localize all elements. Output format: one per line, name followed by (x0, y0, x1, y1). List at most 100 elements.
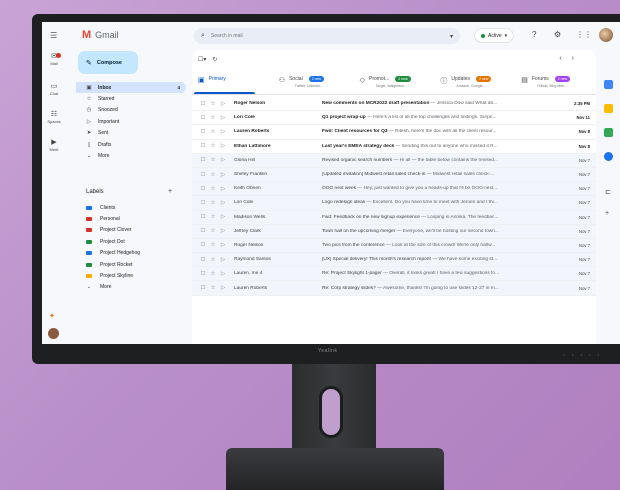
add-addon-icon[interactable]: + (605, 210, 609, 217)
row-checkbox[interactable]: ☐ (198, 285, 208, 291)
next-page-icon[interactable]: › (572, 55, 584, 62)
row-checkbox[interactable]: ☐ (198, 101, 208, 107)
help-icon[interactable]: ? (532, 30, 536, 39)
row-checkbox[interactable]: ☐ (198, 242, 208, 248)
important-icon[interactable]: ▷ (218, 242, 228, 248)
label-item[interactable]: Project Hedgehog (76, 248, 186, 259)
row-checkbox[interactable]: ☐ (198, 129, 208, 135)
important-icon[interactable]: ▷ (218, 157, 228, 163)
tasks-icon[interactable] (604, 128, 613, 137)
star-icon[interactable]: ☆ (208, 143, 218, 149)
row-checkbox[interactable]: ☐ (198, 143, 208, 149)
star-icon[interactable]: ☆ (208, 214, 218, 220)
monitor-buttons[interactable]: • • • • • (564, 352, 602, 357)
row-checkbox[interactable]: ☐ (198, 186, 208, 192)
account-avatar[interactable] (598, 27, 614, 43)
email-row[interactable]: ☐ ☆ ▷ Roger Nelson New comments on MCR2022 d… (192, 97, 596, 112)
status-selector[interactable]: Active ▾ (475, 29, 514, 42)
star-icon[interactable]: ☆ (208, 172, 218, 178)
nav-item-more[interactable]: ⌄ More (76, 150, 186, 161)
star-icon[interactable]: ☆ (208, 200, 218, 206)
important-icon[interactable]: ▷ (218, 129, 228, 135)
calendar-icon[interactable] (604, 80, 613, 89)
email-row[interactable]: ☐ ☆ ▷ Lori Cole Q1 project wrap-up — Here's … (192, 111, 596, 126)
nav-item-sent[interactable]: ➤ Sent (76, 128, 186, 139)
labels-more[interactable]: ⌄ More (76, 282, 186, 293)
nav-item-inbox[interactable]: ▣ Inbox 4 (76, 82, 186, 94)
refresh-icon[interactable]: ↻ (212, 56, 217, 63)
rail-mail[interactable]: ✉ Mail (42, 52, 66, 66)
rail-avatar[interactable] (48, 328, 59, 339)
email-row[interactable]: ☐ ☆ ▷ Keith Obrien OOO next week — Hey, just… (192, 182, 596, 197)
star-icon[interactable]: ☆ (208, 242, 218, 248)
main-menu-icon[interactable]: ☰ (50, 31, 57, 40)
email-row[interactable]: ☐ ☆ ▷ Lauren, me 4 Re: Project Skylight 1-pa… (192, 267, 596, 282)
email-row[interactable]: ☐ ☆ ▷ Roger Nelson Two pics from the confere… (192, 238, 596, 254)
rail-meet[interactable]: ▶ Meet (42, 138, 66, 152)
row-checkbox[interactable]: ☐ (198, 200, 208, 206)
star-icon[interactable]: ☆ (208, 228, 218, 234)
label-item[interactable]: Project Rocket (76, 259, 186, 270)
row-checkbox[interactable]: ☐ (198, 115, 208, 121)
row-checkbox[interactable]: ☐ (198, 257, 208, 263)
important-icon[interactable]: ▷ (218, 285, 228, 291)
email-row[interactable]: ☐ ☆ ▷ Lauren Roberts Fwd: Client resources f… (192, 125, 596, 140)
select-all-checkbox[interactable]: ☐▾ (198, 56, 206, 63)
tab-updates[interactable]: ⓘ Updates 2 new Amazon, Google... (434, 68, 515, 94)
row-checkbox[interactable]: ☐ (198, 214, 208, 220)
add-label-icon[interactable]: + (168, 188, 172, 195)
important-icon[interactable]: ▷ (218, 186, 228, 192)
row-checkbox[interactable]: ☐ (198, 271, 208, 277)
compose-button[interactable]: ✎ Compose (78, 51, 138, 74)
email-row[interactable]: ☐ ☆ ▷ Ethan Lattimore Last year's EMEA strat… (192, 140, 596, 154)
important-icon[interactable]: ▷ (218, 172, 228, 178)
email-row[interactable]: ☐ ☆ ▷ Shirley Franklin [Updated invitation] … (192, 167, 596, 183)
important-icon[interactable]: ▷ (218, 101, 228, 107)
star-icon[interactable]: ☆ (208, 257, 218, 263)
search-bar[interactable]: ⌕ ▾ (194, 28, 460, 44)
label-item[interactable]: Project Clover (76, 225, 186, 236)
email-row[interactable]: ☐ ☆ ▷ Lori Cole Logo redesign ideas — Excell… (192, 196, 596, 211)
star-icon[interactable]: ☆ (208, 101, 218, 107)
label-item[interactable]: Clients (76, 202, 186, 213)
important-icon[interactable]: ▷ (218, 257, 228, 263)
important-icon[interactable]: ▷ (218, 200, 228, 206)
row-checkbox[interactable]: ☐ (198, 157, 208, 163)
star-icon[interactable]: ☆ (208, 115, 218, 121)
prev-page-icon[interactable]: ‹ (559, 55, 571, 62)
nav-item-snoozed[interactable]: ◷ Snoozed (76, 105, 186, 116)
important-icon[interactable]: ▷ (218, 115, 228, 121)
rail-chat[interactable]: ▭ Chat (42, 82, 66, 96)
addon-icon[interactable]: ✦ (49, 312, 55, 320)
important-icon[interactable]: ▷ (218, 271, 228, 277)
search-icon[interactable]: ⌕ (201, 32, 205, 40)
row-checkbox[interactable]: ☐ (198, 172, 208, 178)
star-icon[interactable]: ☆ (208, 129, 218, 135)
tab-promotions[interactable]: ◇ Promot... 2 new Target, Walgreens... (354, 68, 435, 94)
nav-item-important[interactable]: ▷ Important (76, 116, 186, 127)
email-row[interactable]: ☐ ☆ ▷ Gloria Hill Revised organic search num… (192, 153, 596, 168)
important-icon[interactable]: ▷ (218, 228, 228, 234)
row-checkbox[interactable]: ☐ (198, 228, 208, 234)
gear-icon[interactable]: ⚙ (554, 30, 561, 39)
star-icon[interactable]: ☆ (208, 285, 218, 291)
contacts-icon[interactable] (604, 152, 613, 161)
star-icon[interactable]: ☆ (208, 271, 218, 277)
search-options-icon[interactable]: ▾ (450, 33, 453, 40)
keep-icon[interactable] (604, 104, 613, 113)
label-item[interactable]: Project Skyline (76, 270, 186, 281)
tab-primary[interactable]: ▣ Primary (192, 68, 273, 94)
important-icon[interactable]: ▷ (218, 143, 228, 149)
apps-grid-icon[interactable]: ⋮⋮ (576, 30, 592, 39)
nav-item-drafts[interactable]: ▯ Drafts (76, 139, 186, 150)
star-icon[interactable]: ☆ (208, 157, 218, 163)
tab-forums[interactable]: ▤ Forums 2 new Github, Blog Men... (515, 68, 596, 94)
star-icon[interactable]: ☆ (208, 186, 218, 192)
search-input[interactable] (210, 33, 444, 39)
important-icon[interactable]: ▷ (218, 214, 228, 220)
label-item[interactable]: Personal (76, 213, 186, 224)
email-row[interactable]: ☐ ☆ ▷ Jeffrey Clark Town hall on the upcomin… (192, 224, 596, 239)
email-row[interactable]: ☐ ☆ ▷ Lauren Roberts Re: Corp strategy slide… (192, 281, 596, 296)
rail-spaces[interactable]: ☷ Spaces (42, 110, 66, 124)
nav-item-starred[interactable]: ☆ Starred (76, 93, 186, 104)
